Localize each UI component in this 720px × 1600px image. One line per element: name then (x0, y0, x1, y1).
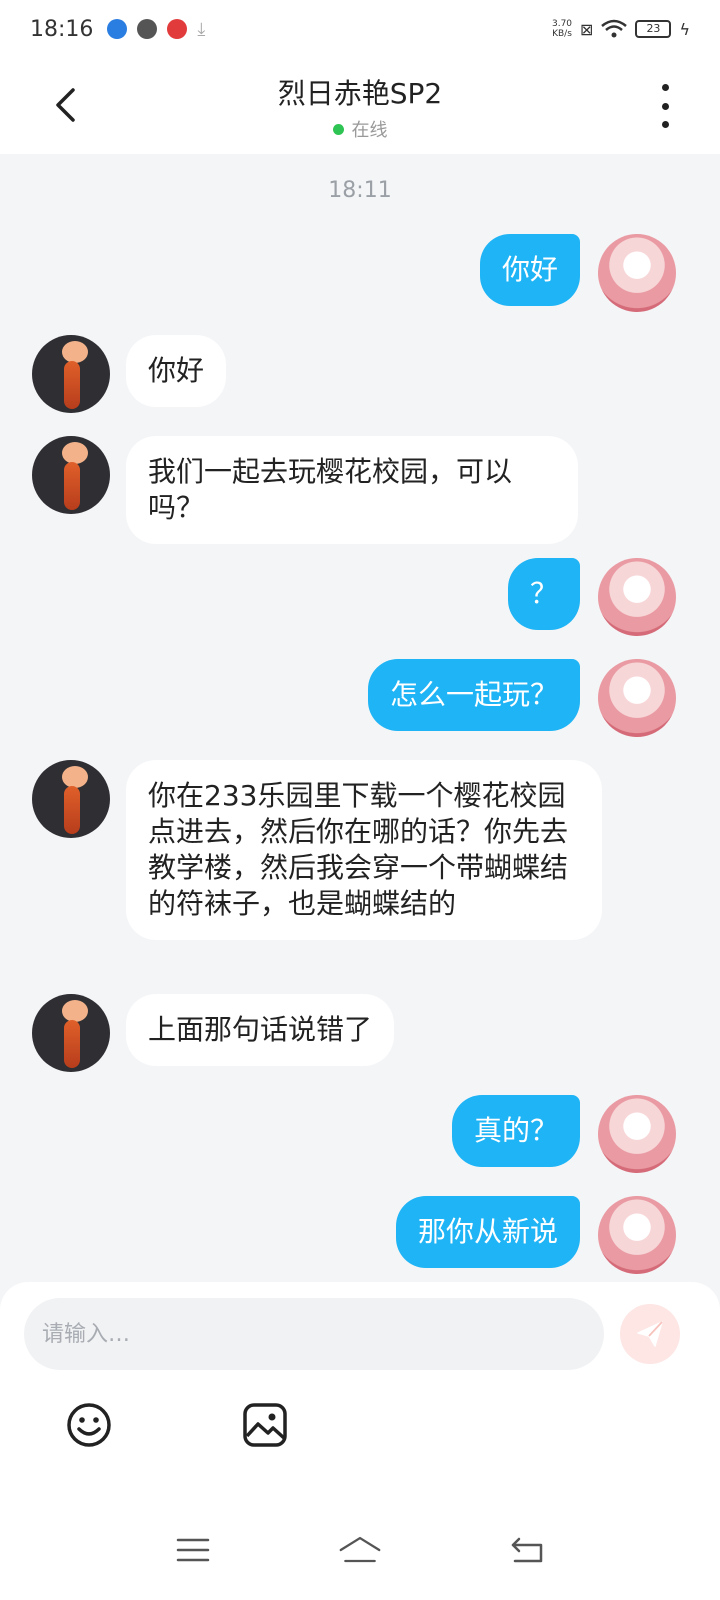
battery-indicator: 23 (635, 20, 672, 38)
wifi-icon (601, 19, 628, 38)
message-bubble[interactable]: 怎么一起玩？ (367, 659, 580, 731)
contact-name: 烈日赤艳SP2 (277, 77, 443, 110)
message-row: 你好 (32, 335, 227, 413)
online-status: 在线 (0, 116, 720, 142)
notification-icons: ⤓ (107, 19, 205, 40)
voice-notification-icon (137, 19, 158, 39)
message-row: 你在233乐园里下载一个樱花校园点进去，然后你在哪的话？你先去教学楼，然后我会穿… (32, 760, 602, 940)
status-right: 3.70 KB/s ⊠ 23 ϟ (552, 19, 690, 39)
contact-avatar[interactable] (32, 436, 110, 514)
emoji-icon (67, 1403, 111, 1447)
message-row: 上面那句话说错了 (32, 994, 395, 1072)
contact-avatar[interactable] (32, 335, 110, 413)
online-status-label: 在线 (351, 120, 388, 141)
message-input[interactable] (24, 1298, 604, 1370)
my-avatar[interactable] (598, 558, 676, 636)
back-arrow-icon (511, 1537, 542, 1563)
more-options-button[interactable] (650, 84, 680, 128)
my-avatar[interactable] (598, 1196, 676, 1274)
contact-avatar[interactable] (32, 994, 110, 1072)
my-avatar[interactable] (598, 1095, 676, 1173)
message-bubble[interactable]: ？ (507, 558, 580, 630)
my-avatar[interactable] (598, 234, 676, 312)
system-nav-bar (0, 1500, 720, 1600)
message-bubble[interactable]: 我们一起去玩樱花校园，可以吗？ (126, 436, 578, 544)
charging-icon: ϟ (679, 19, 690, 39)
title-block: 烈日赤艳SP2 在线 (0, 72, 720, 142)
app-notification-icon (107, 19, 128, 39)
my-avatar[interactable] (598, 659, 676, 737)
image-icon (243, 1403, 287, 1447)
net-speed-value: 3.70 (551, 19, 573, 29)
message-row: 怎么一起玩？ (367, 659, 676, 737)
message-bubble[interactable]: 那你从新说 (395, 1196, 580, 1268)
sim-icon: ⊠ (580, 19, 594, 39)
message-bubble[interactable]: 上面那句话说错了 (126, 994, 395, 1066)
home-icon (339, 1536, 381, 1563)
contact-avatar[interactable] (32, 760, 110, 838)
net-speed-unit: KB/s (552, 29, 572, 39)
send-button[interactable] (620, 1304, 680, 1364)
menu-icon (177, 1538, 210, 1562)
message-row: 那你从新说 (395, 1196, 676, 1274)
more-dot (661, 102, 669, 110)
message-bubble[interactable]: 你好 (479, 234, 580, 306)
more-vertical-icon (661, 84, 669, 91)
location-notification-icon (167, 19, 188, 39)
online-dot-icon (332, 123, 344, 135)
message-bubble[interactable]: 真的？ (451, 1095, 580, 1167)
chat-timestamp: 18:11 (328, 178, 392, 203)
message-row: 我们一起去玩樱花校园，可以吗？ (32, 436, 578, 544)
nav-back-button[interactable] (505, 1530, 549, 1570)
message-bubble[interactable]: 你好 (126, 335, 227, 407)
emoji-button[interactable] (64, 1400, 114, 1450)
chat-header: 烈日赤艳SP2 在线 (0, 58, 720, 154)
message-bubble[interactable]: 你在233乐园里下载一个樱花校园点进去，然后你在哪的话？你先去教学楼，然后我会穿… (126, 760, 602, 940)
nav-menu-button[interactable] (171, 1530, 215, 1570)
send-icon (637, 1321, 663, 1347)
net-speed: 3.70 KB/s (552, 19, 572, 39)
message-row: 真的？ (451, 1095, 676, 1173)
download-icon: ⤓ (197, 18, 206, 40)
status-bar: 18:16 ⤓ 3.70 KB/s ⊠ 23 ϟ (0, 0, 720, 58)
message-row: 你好 (479, 234, 676, 312)
nav-home-button[interactable] (338, 1530, 382, 1570)
chat-area[interactable]: 18:11 你好 你好 我们一起去玩樱花校园，可以吗？ ？ 怎么一起玩？ 你在2… (0, 154, 720, 1304)
message-row: ？ (507, 558, 676, 636)
image-button[interactable] (240, 1400, 290, 1450)
status-time: 18:16 (30, 16, 94, 42)
more-dot (661, 121, 669, 128)
